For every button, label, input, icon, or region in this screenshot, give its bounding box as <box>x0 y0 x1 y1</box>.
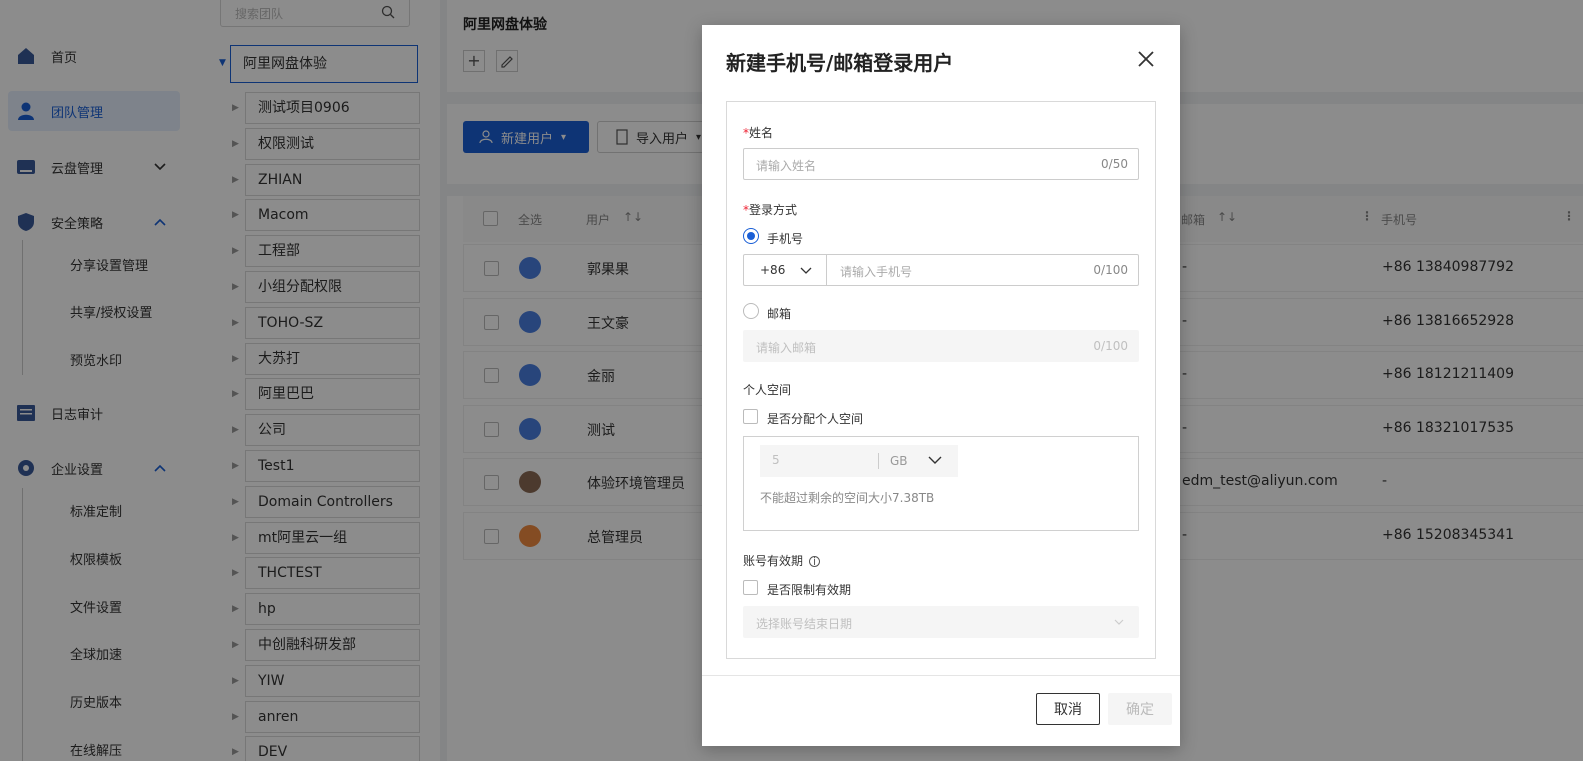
validity-checkbox-label: 是否限制有效期 <box>767 583 852 597</box>
country-code-select[interactable]: +86 <box>744 255 827 285</box>
validity-label: 账号有效期 i <box>743 552 821 569</box>
info-icon[interactable]: i <box>809 556 821 567</box>
name-placeholder: 请输入姓名 <box>756 159 817 173</box>
chevron-down-icon <box>928 456 942 464</box>
form-container: *姓名 请输入姓名 0/50 *登录方式 手机号 +86 请输入手机号 0/10… <box>726 101 1156 659</box>
date-placeholder: 选择账号结束日期 <box>756 617 853 631</box>
name-input[interactable]: 请输入姓名 0/50 <box>743 148 1139 180</box>
space-checkbox[interactable] <box>743 409 758 424</box>
space-unit: GB <box>890 454 908 468</box>
name-label: *姓名 <box>743 126 774 140</box>
close-icon[interactable] <box>1136 49 1156 69</box>
space-hint: 不能超过剩余的空间大小7.38TB <box>760 491 935 505</box>
email-option-label: 邮箱 <box>767 307 792 321</box>
email-counter: 0/100 <box>1093 339 1128 353</box>
phone-radio[interactable] <box>743 228 759 244</box>
phone-placeholder: 请输入手机号 <box>840 265 913 279</box>
space-checkbox-label: 是否分配个人空间 <box>767 412 864 426</box>
name-counter: 0/50 <box>1101 157 1128 171</box>
chevron-down-icon <box>1114 619 1124 625</box>
space-settings-box: 5 GB 不能超过剩余的空间大小7.38TB <box>743 436 1139 531</box>
phone-input-group: +86 请输入手机号 0/100 <box>743 254 1139 286</box>
new-user-dialog: 新建手机号/邮箱登录用户 *姓名 请输入姓名 0/50 *登录方式 手机号 +8… <box>702 25 1180 746</box>
phone-option-label: 手机号 <box>767 232 804 246</box>
country-code: +86 <box>760 263 786 277</box>
chevron-down-icon <box>800 267 812 274</box>
space-size-input[interactable]: 5 GB <box>760 445 958 477</box>
space-label: 个人空间 <box>743 383 792 397</box>
phone-input[interactable]: 请输入手机号 0/100 <box>828 255 1138 285</box>
validity-checkbox[interactable] <box>743 580 758 595</box>
end-date-picker[interactable]: 选择账号结束日期 <box>743 606 1139 638</box>
email-placeholder: 请输入邮箱 <box>756 341 817 355</box>
confirm-button[interactable]: 确定 <box>1108 693 1172 725</box>
space-value: 5 <box>772 453 780 467</box>
dialog-title: 新建手机号/邮箱登录用户 <box>726 51 954 75</box>
cancel-button[interactable]: 取消 <box>1036 693 1100 725</box>
footer-divider <box>702 675 1180 676</box>
email-input[interactable]: 请输入邮箱 0/100 <box>743 330 1139 362</box>
email-radio[interactable] <box>743 303 759 319</box>
divider <box>878 453 879 469</box>
phone-counter: 0/100 <box>1093 263 1128 277</box>
login-method-label: *登录方式 <box>743 203 798 217</box>
